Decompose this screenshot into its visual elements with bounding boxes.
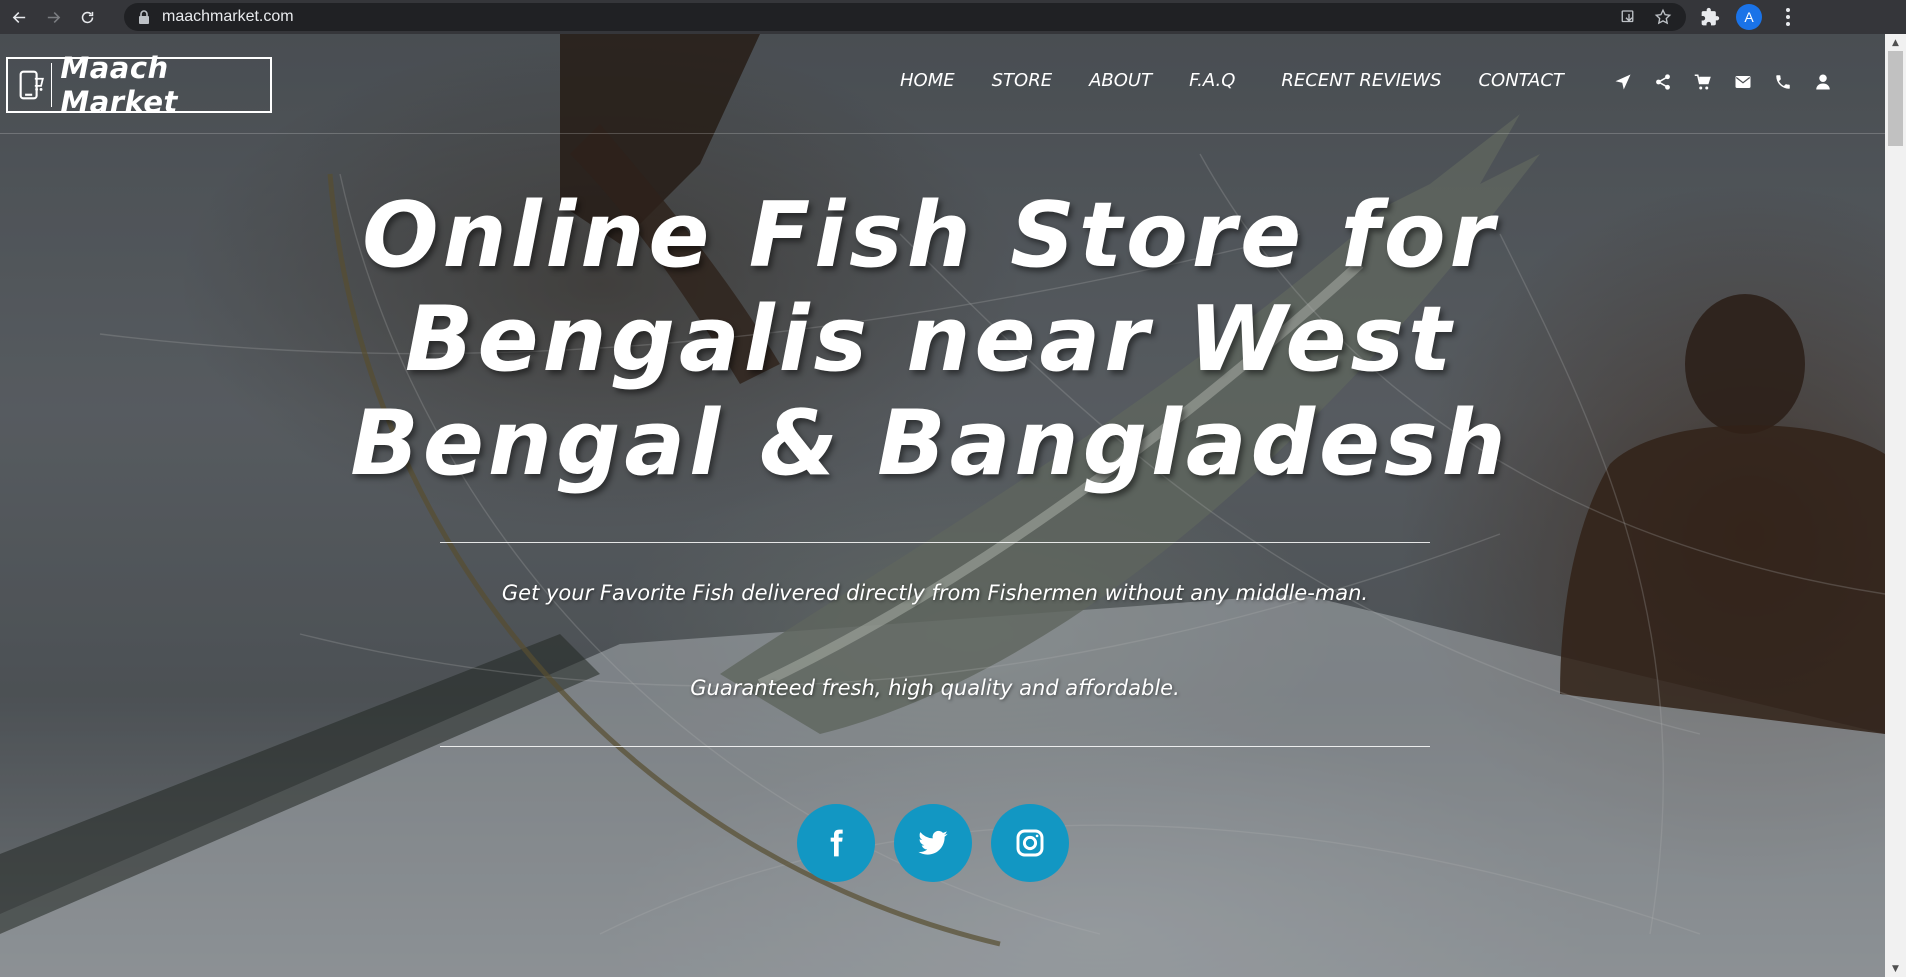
profile-avatar[interactable]: A	[1736, 4, 1762, 30]
extensions-puzzle-icon[interactable]	[1700, 7, 1720, 27]
social-links	[797, 804, 1069, 882]
lock-icon	[139, 10, 149, 24]
share-icon[interactable]	[1654, 73, 1672, 91]
header-icon-group	[1614, 73, 1832, 91]
back-button[interactable]	[4, 2, 34, 32]
arrow-right-icon	[47, 11, 60, 23]
hero-title-line-3: Bengal & Bangladesh	[350, 391, 1510, 496]
location-arrow-icon[interactable]	[1614, 73, 1632, 91]
scroll-down-arrow-icon[interactable]: ▼	[1885, 960, 1906, 977]
reload-icon	[81, 11, 93, 23]
mobile-shop-icon	[19, 70, 44, 100]
page-scrollbar[interactable]: ▲ ▼	[1885, 34, 1906, 977]
hero-subtitle-delivery: Get your Favorite Fish delivered directl…	[501, 581, 1369, 605]
envelope-icon[interactable]	[1734, 73, 1752, 91]
nav-recent-reviews[interactable]: RECENT REVIEWS	[1281, 70, 1441, 91]
main-nav: HOME STORE ABOUT F.A.Q RECENT REVIEWS CO…	[900, 70, 1601, 91]
bookmark-star-icon[interactable]	[1654, 8, 1672, 26]
hero-title-line-2: Bengalis near West	[404, 287, 1456, 392]
install-app-icon[interactable]	[1620, 8, 1638, 26]
nav-contact[interactable]: CONTACT	[1478, 70, 1563, 91]
page-viewport: Maach Market HOME STORE ABOUT F.A.Q RECE…	[0, 34, 1885, 977]
facebook-icon	[830, 829, 843, 857]
reload-button[interactable]	[72, 2, 102, 32]
cart-icon[interactable]	[1694, 73, 1712, 91]
hero-divider-bottom	[440, 746, 1430, 747]
hero-divider-top	[440, 542, 1430, 543]
arrow-left-icon	[12, 11, 25, 23]
facebook-button[interactable]	[797, 804, 875, 882]
instagram-icon	[1016, 829, 1044, 857]
forward-button[interactable]	[38, 2, 68, 32]
nav-about[interactable]: ABOUT	[1089, 70, 1152, 91]
nav-store[interactable]: STORE	[992, 70, 1052, 91]
site-logo[interactable]: Maach Market	[6, 51, 272, 119]
hero-title: Online Fish Store for Bengalis near West…	[330, 184, 1530, 496]
twitter-icon	[918, 830, 948, 855]
nav-faq[interactable]: F.A.Q	[1189, 70, 1235, 91]
site-header: Maach Market HOME STORE ABOUT F.A.Q RECE…	[0, 34, 1885, 134]
url-text: maachmarket.com	[162, 8, 294, 25]
hero-subtitle-quality: Guaranteed fresh, high quality and affor…	[690, 676, 1180, 700]
browser-menu-icon[interactable]	[1778, 8, 1798, 26]
instagram-button[interactable]	[991, 804, 1069, 882]
nav-home[interactable]: HOME	[900, 70, 955, 91]
logo-text: Maach Market	[60, 51, 178, 119]
twitter-button[interactable]	[894, 804, 972, 882]
user-icon[interactable]	[1814, 73, 1832, 91]
address-bar[interactable]: maachmarket.com	[124, 3, 1686, 31]
logo-divider	[50, 63, 53, 107]
scroll-up-arrow-icon[interactable]: ▲	[1885, 34, 1906, 51]
phone-icon[interactable]	[1774, 73, 1792, 91]
scrollbar-thumb[interactable]	[1888, 51, 1903, 146]
hero-title-line-1: Online Fish Store for	[362, 183, 1498, 288]
browser-toolbar: maachmarket.com A	[0, 0, 1906, 34]
